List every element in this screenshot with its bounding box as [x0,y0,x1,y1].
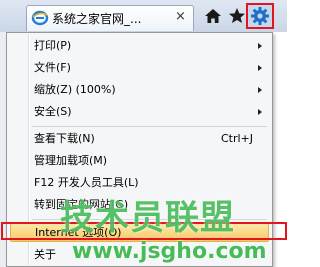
menu-item-label: 关于 [34,248,56,261]
menu-item-label: 查看下载(N) [34,132,95,145]
submenu-arrow-icon [258,43,262,49]
watermark-url: www.jsgho.com [72,239,267,264]
menu-item-file[interactable]: 文件(F) [10,57,269,79]
menu-item-label: 缩放(Z) (100%) [34,83,116,96]
tab-title: 系统之家官网_... [52,12,142,26]
watermark-title: 技术员联盟 [60,198,235,238]
menu-item-print[interactable]: 打印(P) [10,35,269,57]
submenu-arrow-icon [258,65,262,71]
submenu-arrow-icon [258,87,262,93]
home-icon [205,9,221,23]
ie-logo-icon [31,10,49,26]
browser-tab[interactable]: 系统之家官网_... × [26,5,194,31]
gear-icon [251,7,269,25]
tools-button[interactable] [246,3,274,29]
submenu-arrow-icon [258,109,262,115]
star-icon [229,8,245,23]
menu-item-zoom[interactable]: 缩放(Z) (100%) [10,79,269,101]
menu-item-manage-addons[interactable]: 管理加载项(M) [10,150,269,172]
menu-item-safety[interactable]: 安全(S) [10,101,269,123]
menu-item-label: 安全(S) [34,105,72,118]
menu-item-label: 文件(F) [34,61,71,74]
menu-item-shortcut: Ctrl+J [220,132,253,145]
browser-toolbar: 系统之家官网_... × [0,0,287,32]
menu-item-label: 打印(P) [34,39,72,52]
menu-separator [32,126,267,127]
menu-item-view-downloads[interactable]: 查看下载(N) Ctrl+J [10,128,269,150]
menu-item-label: 管理加载项(M) [34,154,108,167]
home-button[interactable] [203,6,223,26]
favorites-button[interactable] [227,6,247,26]
close-tab-button[interactable]: × [175,9,186,24]
